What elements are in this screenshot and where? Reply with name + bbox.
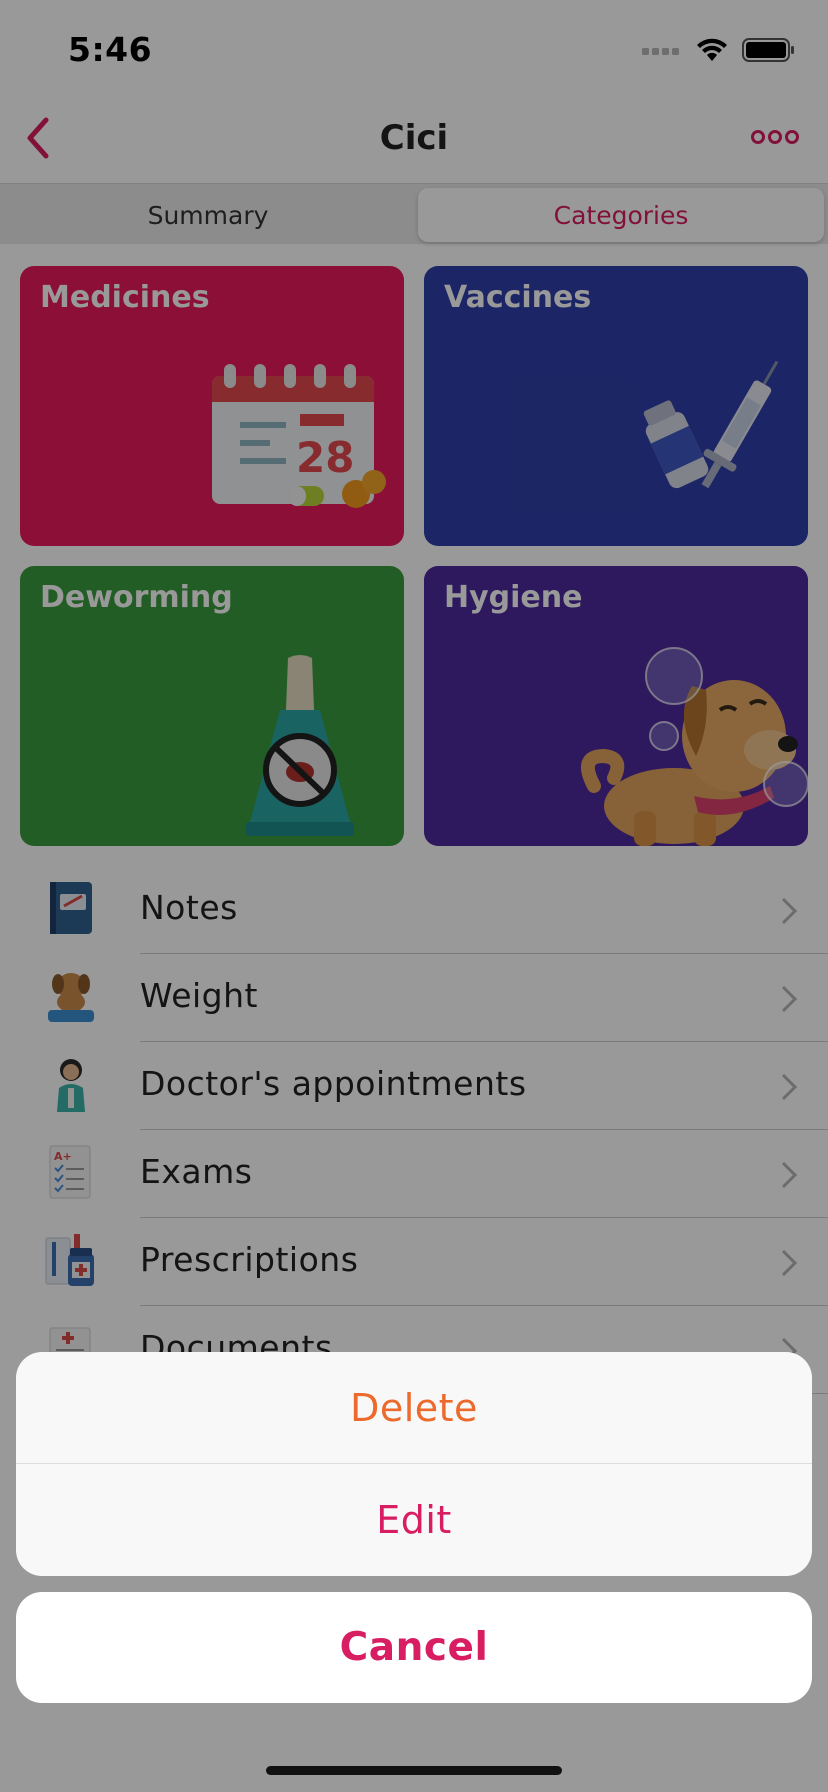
delete-button[interactable]: Delete <box>16 1352 812 1463</box>
pet-detail-screen: 5:46 Cici Summary Categories Medicines 2… <box>0 0 828 1792</box>
edit-button[interactable]: Edit <box>16 1464 812 1575</box>
home-indicator <box>266 1766 562 1775</box>
cancel-button[interactable]: Cancel <box>16 1592 812 1703</box>
action-sheet: Delete Edit <box>16 1352 812 1576</box>
